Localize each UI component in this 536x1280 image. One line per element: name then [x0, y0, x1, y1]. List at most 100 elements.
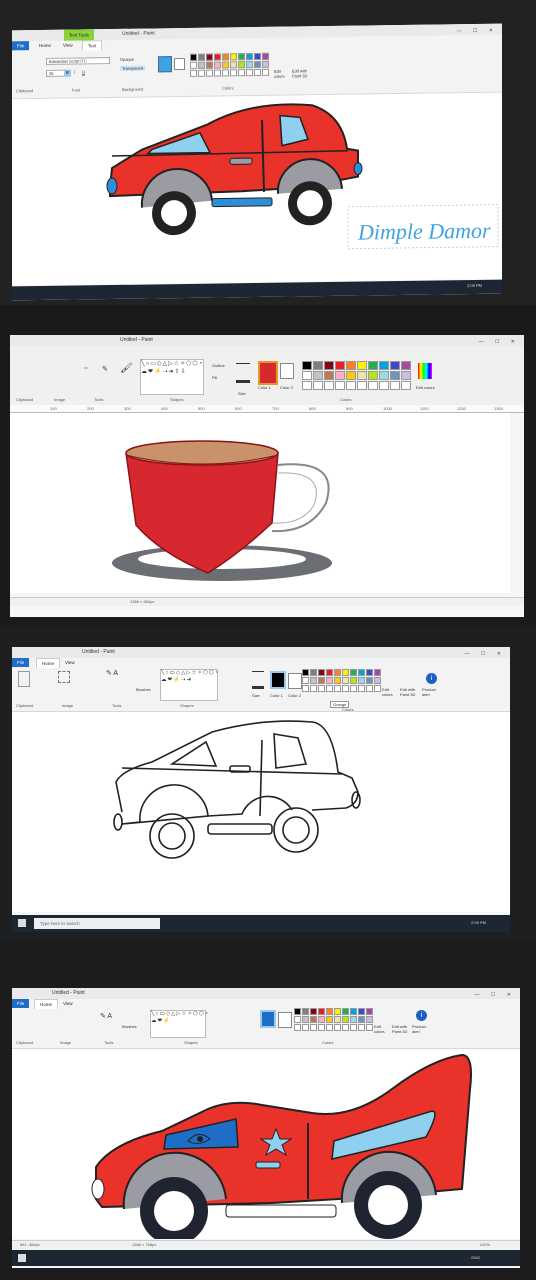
underline-button[interactable]: U: [82, 69, 85, 74]
palette-swatch[interactable]: [230, 61, 237, 69]
color-palette[interactable]: [302, 361, 411, 390]
edit-paint3d-button[interactable]: Edit with Paint 3D: [392, 1024, 414, 1034]
palette-swatch[interactable]: [368, 371, 378, 380]
palette-swatch[interactable]: [357, 381, 367, 390]
palette-swatch[interactable]: [326, 685, 333, 692]
brushes-button[interactable]: Brushes: [122, 1024, 137, 1029]
palette-swatch[interactable]: [238, 69, 245, 77]
palette-swatch[interactable]: [324, 371, 334, 380]
palette-swatch[interactable]: [302, 381, 312, 390]
tab-home[interactable]: Home: [34, 999, 59, 1009]
palette-swatch[interactable]: [302, 669, 309, 676]
shapes-gallery[interactable]: ╲○▭◇△▷☆✧⬠⬡◔☁❤⚡: [150, 1010, 208, 1038]
palette-swatch[interactable]: [350, 669, 357, 676]
palette-swatch[interactable]: [366, 1016, 373, 1023]
edit-paint3d-button[interactable]: Edit with Paint 3D: [400, 687, 422, 697]
palette-swatch[interactable]: [302, 1016, 309, 1023]
tab-file[interactable]: File: [12, 658, 30, 667]
palette-swatch[interactable]: [334, 1008, 341, 1015]
drawing-canvas[interactable]: [10, 413, 510, 593]
palette-swatch[interactable]: [254, 52, 261, 61]
palette-swatch[interactable]: [350, 685, 357, 692]
palette-swatch[interactable]: [310, 669, 317, 676]
color2-button[interactable]: [278, 1012, 292, 1028]
shapes-gallery[interactable]: ╲○▭◇△▷☆✧⬠⬡◔☁❤⚡➝➜⇧⇩: [140, 359, 204, 395]
tab-view[interactable]: View: [58, 999, 78, 1008]
color-palette[interactable]: [302, 669, 381, 692]
edit-colors-button[interactable]: Edit colors: [416, 385, 435, 390]
palette-swatch[interactable]: [262, 60, 269, 68]
palette-swatch[interactable]: [334, 677, 341, 684]
palette-swatch[interactable]: [366, 1008, 373, 1015]
palette-swatch[interactable]: [401, 371, 411, 380]
palette-swatch[interactable]: [313, 361, 323, 370]
palette-swatch[interactable]: [366, 669, 373, 676]
palette-swatch[interactable]: [206, 69, 213, 77]
palette-swatch[interactable]: [379, 371, 389, 380]
palette-swatch[interactable]: [238, 61, 245, 69]
tab-file[interactable]: File: [12, 41, 30, 51]
palette-swatch[interactable]: [230, 69, 237, 77]
start-icon[interactable]: [18, 1254, 26, 1262]
palette-swatch[interactable]: [318, 685, 325, 692]
palette-swatch[interactable]: [350, 1008, 357, 1015]
palette-swatch[interactable]: [324, 381, 334, 390]
brushes-tool[interactable]: 🖌: [120, 363, 133, 374]
palette-swatch[interactable]: [190, 61, 197, 69]
select-tool[interactable]: ▭: [84, 365, 88, 370]
palette-swatch[interactable]: [358, 1016, 365, 1023]
start-icon[interactable]: [18, 919, 26, 927]
tab-home[interactable]: Home: [34, 41, 56, 50]
palette-swatch[interactable]: [318, 677, 325, 684]
palette-swatch[interactable]: [335, 371, 345, 380]
palette-swatch[interactable]: [198, 53, 205, 61]
color2-button[interactable]: [174, 58, 185, 71]
palette-swatch[interactable]: [326, 1024, 333, 1031]
palette-swatch[interactable]: [324, 361, 334, 370]
palette-swatch[interactable]: [262, 52, 269, 60]
palette-swatch[interactable]: [190, 53, 197, 61]
palette-swatch[interactable]: [246, 69, 253, 77]
outline-button[interactable]: Outline: [212, 363, 225, 368]
palette-swatch[interactable]: [318, 1016, 325, 1023]
palette-swatch[interactable]: [302, 1024, 309, 1031]
palette-swatch[interactable]: [222, 69, 229, 77]
palette-swatch[interactable]: [238, 53, 245, 61]
window-buttons[interactable]: — ☐ ✕: [479, 337, 520, 348]
palette-swatch[interactable]: [374, 677, 381, 684]
palette-swatch[interactable]: [310, 1024, 317, 1031]
palette-swatch[interactable]: [357, 371, 367, 380]
palette-swatch[interactable]: [326, 677, 333, 684]
shapes-gallery[interactable]: ╲○▭◇△▷☆✧⬠⬡◔☁❤⚡➝➜: [160, 669, 218, 701]
palette-swatch[interactable]: [346, 361, 356, 370]
palette-swatch[interactable]: [346, 371, 356, 380]
bold-button[interactable]: B: [64, 69, 71, 77]
palette-swatch[interactable]: [214, 61, 221, 69]
palette-swatch[interactable]: [302, 361, 312, 370]
drawing-canvas[interactable]: Dimple Damor: [12, 92, 502, 286]
palette-swatch[interactable]: [358, 1008, 365, 1015]
palette-swatch[interactable]: [335, 361, 345, 370]
palette-swatch[interactable]: [254, 68, 261, 77]
palette-swatch[interactable]: [346, 381, 356, 390]
brushes-button[interactable]: Brushes: [136, 687, 151, 692]
palette-swatch[interactable]: [214, 53, 221, 61]
palette-swatch[interactable]: [318, 669, 325, 676]
tab-view[interactable]: View: [58, 41, 78, 50]
color2-button[interactable]: [288, 673, 302, 689]
palette-swatch[interactable]: [206, 53, 213, 61]
palette-swatch[interactable]: [294, 1024, 301, 1031]
size-button[interactable]: Size: [252, 693, 260, 698]
palette-swatch[interactable]: [246, 53, 253, 61]
palette-swatch[interactable]: [313, 371, 323, 380]
color-palette[interactable]: [190, 52, 269, 77]
palette-swatch[interactable]: [390, 381, 400, 390]
select-button[interactable]: [58, 671, 70, 683]
palette-swatch[interactable]: [379, 361, 389, 370]
palette-swatch[interactable]: [246, 61, 253, 69]
palette-swatch[interactable]: [366, 677, 373, 684]
palette-swatch[interactable]: [366, 685, 373, 692]
color1-button[interactable]: [270, 671, 286, 689]
palette-swatch[interactable]: [358, 685, 365, 692]
size-button[interactable]: Size: [238, 391, 246, 396]
